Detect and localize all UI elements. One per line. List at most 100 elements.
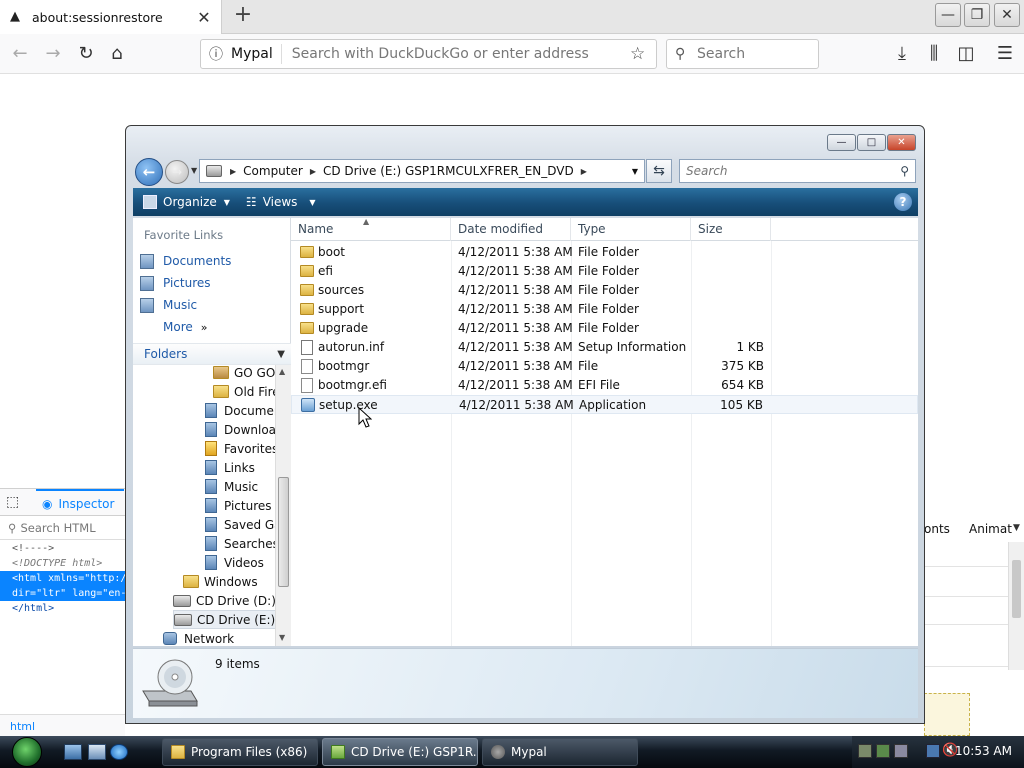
tree-scrollbar[interactable]: ▲ ▼	[275, 365, 291, 646]
browser-tab[interactable]: ▲ about:sessionrestore ✕	[0, 0, 222, 34]
code-line-selected[interactable]: <html xmlns="http://	[0, 571, 125, 586]
recent-pages-icon[interactable]: ▼	[191, 166, 197, 175]
file-row[interactable]: support 4/12/2011 5:38 AM File Folder	[291, 300, 918, 319]
scroll-down-icon[interactable]: ▼	[279, 633, 285, 642]
tree-item[interactable]: Links	[205, 458, 255, 477]
file-row-hover[interactable]: setup.exe 4/12/2011 5:38 AM Application 105…	[291, 395, 918, 414]
dropdown-icon[interactable]: ▼	[1013, 523, 1020, 533]
tree-item[interactable]: Searches	[205, 534, 275, 553]
close-window-button[interactable]: ✕	[994, 3, 1020, 27]
explorer-search-box[interactable]: Search ⚲	[679, 159, 916, 183]
column-type[interactable]: Type	[571, 218, 691, 241]
menu-icon[interactable]: ☰	[993, 42, 1017, 66]
info-icon[interactable]: ⓘ	[209, 44, 231, 64]
file-row[interactable]: bootmgr 4/12/2011 5:38 AM File 375 KB	[291, 357, 918, 376]
column-size[interactable]: Size	[691, 218, 771, 241]
browser-search-box[interactable]: ⚲ Search	[666, 39, 819, 69]
column-name[interactable]: Name ▲	[291, 217, 451, 241]
file-row[interactable]: efi 4/12/2011 5:38 AM File Folder	[291, 262, 918, 281]
taskbar-button-cd-drive[interactable]: CD Drive (E:) GSP1R...	[322, 738, 478, 766]
favorite-pictures[interactable]: Pictures	[140, 272, 211, 294]
tree-item[interactable]: Favorites	[205, 439, 275, 458]
tree-item[interactable]: CD Drive (D:)	[173, 591, 275, 610]
code-line[interactable]: </html>	[0, 601, 125, 616]
tray-app-icon[interactable]	[858, 744, 872, 758]
favorite-more[interactable]: More »	[163, 316, 207, 338]
network-status-icon[interactable]	[926, 744, 940, 758]
new-tab-icon[interactable]: +	[232, 4, 254, 28]
taskbar-button-mypal[interactable]: Mypal	[482, 738, 638, 766]
views-button[interactable]: ☷ Views ▼	[246, 195, 316, 209]
bookmark-star-icon[interactable]: ☆	[630, 44, 656, 64]
forward-icon[interactable]: →	[41, 42, 65, 66]
address-dropdown-icon[interactable]: ▼	[632, 167, 638, 176]
back-button[interactable]: ←	[135, 158, 163, 186]
breadcrumb-arrow-icon[interactable]: ▶	[581, 167, 587, 176]
tree-item[interactable]: Old Fire	[213, 382, 275, 401]
file-row[interactable]: boot 4/12/2011 5:38 AM File Folder	[291, 243, 918, 262]
tree-item[interactable]: Videos	[205, 553, 264, 572]
tree-item[interactable]: Windows	[183, 572, 258, 591]
code-line-selected[interactable]: dir="ltr" lang="en-	[0, 586, 125, 601]
forward-button[interactable]: →	[165, 160, 189, 184]
downloads-icon[interactable]: ⤓	[890, 42, 914, 66]
close-tab-icon[interactable]: ✕	[193, 8, 215, 27]
switch-windows-icon[interactable]	[88, 744, 106, 760]
back-icon[interactable]: ←	[8, 42, 32, 66]
tray-app-icon[interactable]	[894, 744, 908, 758]
taskbar-button-program-files[interactable]: Program Files (x86)	[162, 738, 318, 766]
scrollbar-thumb[interactable]	[1012, 560, 1021, 618]
tab-animations[interactable]: Animat	[969, 522, 1012, 536]
tree-item[interactable]: GO GO	[213, 365, 275, 382]
file-row[interactable]: autorun.inf 4/12/2011 5:38 AM Setup Inform…	[291, 338, 918, 357]
library-icon[interactable]: ⫼	[922, 42, 946, 66]
tree-item[interactable]: Pictures	[205, 496, 272, 515]
favorite-documents[interactable]: Documents	[140, 250, 231, 272]
breadcrumb-cd-drive[interactable]: CD Drive (E:) GSP1RMCULXFRER_EN_DVD	[323, 164, 574, 178]
organize-button[interactable]: Organize ▼	[143, 195, 230, 209]
restore-window-button[interactable]: ❐	[964, 3, 990, 27]
home-icon[interactable]: ⌂	[105, 42, 129, 66]
tree-item[interactable]: Saved Ga	[205, 515, 275, 534]
breadcrumb-arrow-icon[interactable]: ▶	[310, 167, 316, 176]
start-button[interactable]	[6, 736, 48, 768]
show-desktop-icon[interactable]	[64, 744, 82, 760]
address-box[interactable]: ▶ Computer ▶ CD Drive (E:) GSP1RMCULXFRE…	[199, 159, 645, 183]
file-row[interactable]: upgrade 4/12/2011 5:38 AM File Folder	[291, 319, 918, 338]
scroll-up-icon[interactable]: ▲	[279, 367, 285, 376]
favorite-music[interactable]: Music	[140, 294, 197, 316]
tree-item[interactable]: Network	[163, 629, 234, 646]
minimize-window-button[interactable]: —	[935, 3, 961, 27]
element-picker-icon[interactable]: ⬚	[6, 494, 19, 510]
clock[interactable]: 10:53 AM	[955, 744, 1012, 758]
browser-search-input[interactable]: Search	[697, 46, 745, 62]
tab-inspector[interactable]: ◉ Inspector	[36, 489, 124, 517]
help-icon[interactable]: ?	[894, 193, 912, 211]
breadcrumb-arrow-icon[interactable]: ▶	[230, 167, 236, 176]
close-button[interactable]: ✕	[887, 134, 916, 151]
refresh-button[interactable]: ⇆	[646, 159, 672, 183]
minimize-button[interactable]: —	[827, 134, 856, 151]
search-html-input[interactable]: Search HTML	[20, 521, 95, 535]
explorer-search-input[interactable]: Search	[686, 164, 728, 178]
tree-item[interactable]: Downloa	[205, 420, 275, 439]
file-row[interactable]: bootmgr.efi 4/12/2011 5:38 AM EFI File 654 …	[291, 376, 918, 395]
search-icon[interactable]: ⚲	[900, 164, 909, 178]
reload-icon[interactable]: ↻	[74, 42, 98, 66]
address-bar[interactable]: ⓘ Mypal Search with DuckDuckGo or enter …	[200, 39, 657, 69]
devtools-scrollbar[interactable]	[1008, 542, 1024, 670]
column-date-modified[interactable]: Date modified	[451, 218, 571, 241]
folders-header[interactable]: Folders ▼	[133, 343, 291, 365]
sidebar-icon[interactable]: ◫	[954, 42, 978, 66]
devtools-breadcrumb[interactable]: html	[0, 714, 125, 736]
tree-item-selected[interactable]: CD Drive (E:)	[173, 610, 275, 629]
tab-fonts[interactable]: onts	[924, 522, 950, 536]
tree-item[interactable]: Documen	[205, 401, 275, 420]
internet-explorer-icon[interactable]	[110, 744, 128, 760]
scrollbar-thumb[interactable]	[278, 477, 289, 587]
breadcrumb-computer[interactable]: Computer	[243, 164, 303, 178]
maximize-button[interactable]: □	[857, 134, 886, 151]
search-html-box[interactable]: ⚲ Search HTML	[0, 516, 125, 540]
file-row[interactable]: sources 4/12/2011 5:38 AM File Folder	[291, 281, 918, 300]
tray-app-icon[interactable]	[876, 744, 890, 758]
